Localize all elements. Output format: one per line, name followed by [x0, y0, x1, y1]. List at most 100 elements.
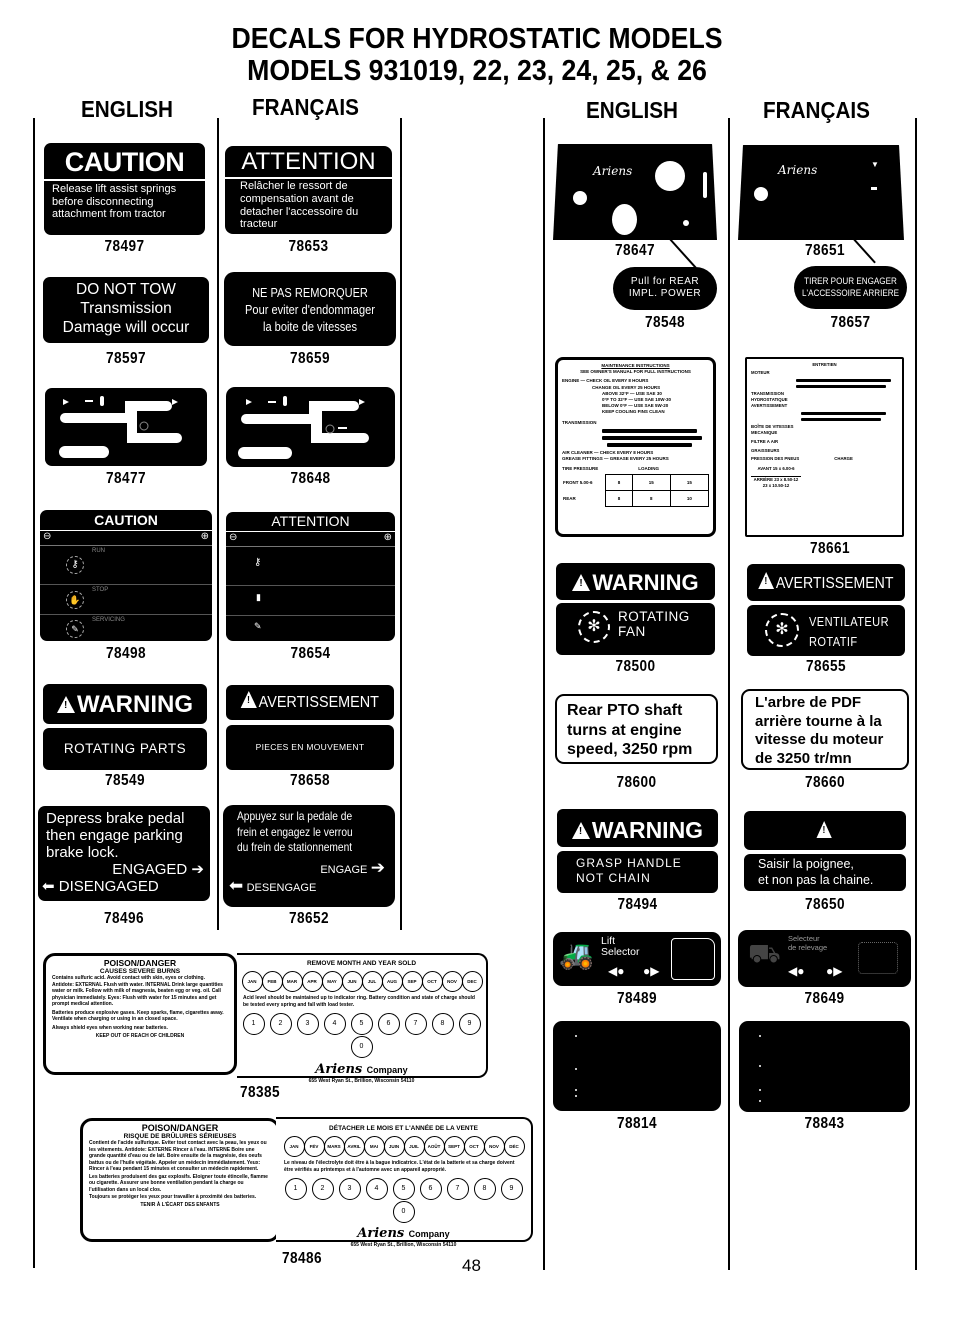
month-tab: DEC	[461, 971, 483, 992]
decal-text: Saisir la poignee,	[758, 857, 854, 871]
year-tabs: 1 2 3 4 5 6 7 8 9 0	[276, 1177, 531, 1223]
month-tab: SEPT	[443, 1136, 465, 1157]
month-tab: AVRIL	[343, 1136, 365, 1157]
arrow-lower-icon: ◀●	[608, 964, 625, 978]
decal-text: Selector	[601, 946, 640, 958]
decal-text: STOP	[92, 587, 109, 593]
arrow-left-icon: ⊖	[43, 531, 52, 542]
part-number: 78597	[106, 350, 146, 367]
part-number: 78496	[104, 910, 144, 927]
decal-78661: ENTRETIEN MOTEUR TRANSMISSION HYDROSTATI…	[745, 357, 904, 537]
ariens-logo: Ariens	[357, 1226, 405, 1241]
key-icon: ⚷	[66, 556, 84, 574]
ignition-hole	[655, 161, 685, 191]
part-number: 78549	[105, 772, 145, 789]
column-divider	[543, 118, 545, 1270]
decal-text: NOT CHAIN	[576, 871, 651, 885]
warning-heading: AVERTISSEMENT	[258, 694, 380, 711]
page-subtitle: MODELS 931019, 22, 23, 24, 25, & 26	[247, 55, 707, 87]
dot	[759, 1035, 761, 1037]
caution-heading: CAUTION	[40, 510, 212, 531]
year-tab: 1	[242, 1013, 265, 1035]
decal-text: TENIR À L'ÉCART DES ENFANTS	[140, 1201, 220, 1208]
decal-text: ROTATIF	[809, 634, 858, 649]
decal-text: TRANSMISSION	[562, 419, 597, 425]
month-tab: JUL	[361, 971, 383, 992]
decal-78653: ATTENTION Relâcher le ressort de compens…	[225, 146, 392, 234]
year-tab: 6	[419, 1178, 442, 1200]
year-tab: 2	[269, 1013, 292, 1035]
year-tab: 7	[404, 1013, 427, 1035]
warning-heading: AVERTISSEMENT	[775, 575, 894, 592]
decal-text: Batteries produce explosive gases. Keep …	[52, 1009, 224, 1023]
decal-text: SERVICING	[92, 617, 125, 623]
warning-triangle-icon	[571, 822, 590, 839]
month-tab: MARS	[323, 1136, 345, 1157]
decal-text: L'ACCESSOIRE ARRIERE	[802, 288, 899, 298]
part-number: 78489	[617, 990, 657, 1007]
arrow-down-icon: ▼	[871, 160, 879, 169]
fan-icon: ✻	[578, 611, 610, 643]
part-number: 78659	[290, 350, 330, 367]
engaged-label: ENGAGE	[320, 863, 368, 876]
key-icon: ⚷	[254, 557, 262, 568]
arrow-right-icon: ⊕	[200, 531, 209, 542]
hand-icon: ▮	[256, 592, 261, 602]
month-tab: NOV	[441, 971, 463, 992]
hand-icon: ✋	[66, 591, 84, 609]
month-tabs: JAN FÉV MARS AVRIL MAI JUIN JUIL AOÛT SEPT OCT NOV…	[276, 1135, 531, 1157]
decal-text: SEE OWNER'S MANUAL FOR FULL INSTRUCTIONS	[580, 369, 691, 375]
light-switch-hole	[573, 191, 587, 205]
poison-title: POISON/DANGER	[103, 958, 177, 968]
year-tab: 3	[338, 1178, 361, 1200]
month-tab: NOV	[483, 1136, 505, 1157]
decal-text: tracteur	[240, 218, 278, 231]
year-tab: 9	[500, 1178, 523, 1200]
dot	[575, 1035, 577, 1037]
part-number: 78648	[290, 470, 331, 487]
arrow-raise-icon: ●▶	[643, 964, 660, 978]
year-tab: 5	[392, 1178, 415, 1200]
decal-text: Contient de l'acide sulfurique. Eviter t…	[89, 1140, 267, 1172]
decal-78650: AVERTISSEMENT Saisir la poignee, et non …	[744, 811, 906, 891]
decal-text: Contains sulfuric acid. Avoid contact wi…	[52, 975, 223, 1007]
month-tab: AOÛT	[423, 1136, 445, 1157]
decal-text: FILTRE A AIR	[751, 439, 779, 444]
decal-text: la boite de vitesses	[262, 319, 357, 334]
decal-text: speed, 3250 rpm	[567, 741, 693, 758]
decal-78651: Ariens ▼	[738, 145, 904, 240]
part-number: 78385	[240, 1084, 280, 1101]
lever-slot-icon	[238, 396, 369, 459]
dot	[575, 1068, 577, 1070]
address: 655 West Ryan St., Brillion, Wisconsin 5…	[350, 1242, 457, 1248]
decal-text: Le niveau de l'électrolyte doit être à l…	[284, 1160, 515, 1173]
decal-text: BOÎTE DE VITESSES MECANIQUE	[751, 424, 794, 435]
decal-text: LOADING	[638, 466, 660, 472]
dot	[759, 1100, 761, 1102]
column-divider	[915, 118, 917, 1270]
month-tab: DÉC	[503, 1136, 525, 1157]
decal-text: KEEP COOLING FINS CLEAN	[602, 409, 665, 415]
year-tab: 9	[458, 1013, 481, 1035]
warning-heading: WARNING	[77, 691, 193, 718]
part-number: 78843	[804, 1115, 845, 1132]
month-tab: FÉV	[303, 1136, 325, 1157]
part-number: 78655	[806, 658, 846, 675]
month-tab: MAR	[281, 971, 303, 992]
column-divider	[400, 118, 402, 930]
month-tabs: JAN FEB MAR APR MAY JUN JUL AUG SEP OCT NOV DEC	[237, 970, 486, 992]
decal-78658: AVERTISSEMENT PIECES EN MOUVEMENT	[226, 685, 394, 770]
decal-78660: L'arbre de PDF arrière tourne à la vites…	[741, 689, 909, 770]
decal-78500: WARNING ✻ ROTATING FAN	[556, 563, 715, 655]
decal-78385-poison: POISON/DANGER CAUSES SEVERE BURNS Contai…	[43, 953, 237, 1075]
year-tab: 2	[311, 1178, 334, 1200]
decal-text: TIRER POUR ENGAGER	[804, 276, 897, 286]
year-tab: 3	[296, 1013, 319, 1035]
tire-table: FRONT 5.00-6 8 15 15 REAR 8 8 10	[562, 474, 710, 508]
arrow-left-icon: ⬅	[42, 878, 55, 895]
decal-text: CHARGE	[834, 456, 853, 461]
decal-78600: Rear PTO shaft turns at engine speed, 32…	[555, 694, 718, 764]
year-tab: 4	[323, 1013, 346, 1035]
month-tab: APR	[301, 971, 323, 992]
wrench-icon: ✎	[66, 620, 84, 638]
